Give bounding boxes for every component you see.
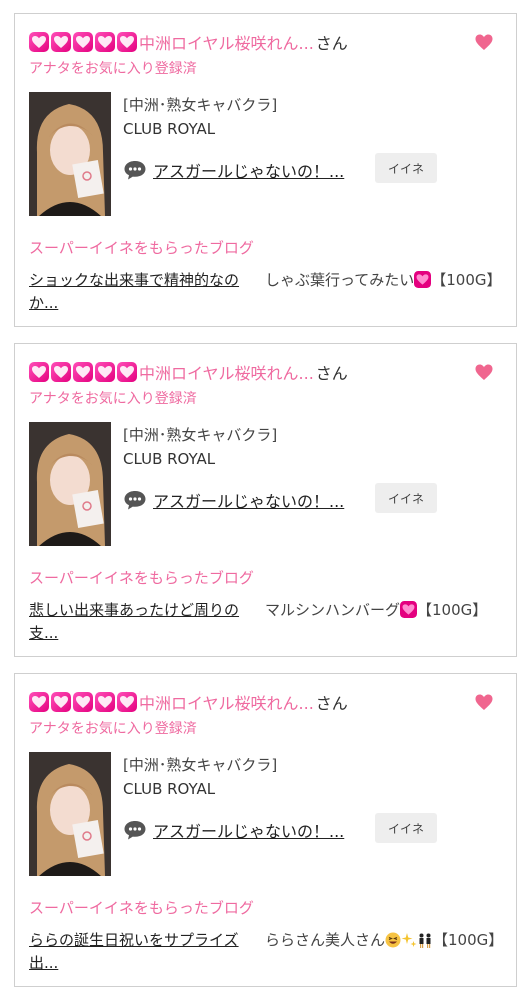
- club-name: CLUB ROYAL: [123, 120, 216, 138]
- favorite-status: アナタをお気に入り登録済: [29, 721, 197, 737]
- super-iine-blog-link[interactable]: ショックな出来事で精神的なのか...: [29, 269, 259, 315]
- favorite-status: アナタをお気に入り登録済: [29, 391, 197, 407]
- honorific: さん: [315, 364, 348, 383]
- heart-rating: [29, 362, 137, 382]
- gift-info: ららさん美人さん 【100G】: [265, 929, 505, 952]
- heart-icon: [400, 601, 418, 618]
- shop-category: [中洲･熟女キャバクラ]: [123, 96, 278, 114]
- iine-button[interactable]: イイネ: [375, 153, 437, 183]
- club-name: CLUB ROYAL: [123, 780, 216, 798]
- name-row: 中洲ロイヤル桜咲れん... さん: [29, 688, 348, 716]
- shop-category: [中洲･熟女キャバクラ]: [123, 756, 278, 774]
- heart-rating: [29, 692, 137, 712]
- blog-title-link[interactable]: アスガールじゃないの！...: [153, 818, 344, 842]
- user-card: 中洲ロイヤル桜咲れん... さん アナタをお気に入り登録済 [中洲･熟女キャバク…: [14, 673, 517, 987]
- super-iine-section-label: スーパーイイネをもらったブログ: [29, 239, 254, 257]
- heart-icon: [29, 692, 49, 712]
- gift-text: ららさん美人さん: [265, 931, 386, 949]
- super-iine-section-label: スーパーイイネをもらったブログ: [29, 899, 254, 917]
- heart-rating: [29, 32, 137, 52]
- favorite-status: アナタをお気に入り登録済: [29, 61, 197, 77]
- name-row: 中洲ロイヤル桜咲れん... さん: [29, 28, 348, 56]
- grin-emoji: [385, 932, 401, 948]
- favorite-heart-icon[interactable]: [474, 32, 494, 52]
- honorific: さん: [315, 694, 348, 713]
- club-name: CLUB ROYAL: [123, 450, 216, 468]
- iine-button[interactable]: イイネ: [375, 483, 437, 513]
- heart-icon: [51, 362, 71, 382]
- super-iine-blog-link[interactable]: ららの誕生日祝いをサプライズ出...: [29, 929, 259, 975]
- heart-icon: [51, 32, 71, 52]
- latest-blog: アスガールじゃないの！...: [123, 158, 344, 182]
- iine-button[interactable]: イイネ: [375, 813, 437, 843]
- user-card: 中洲ロイヤル桜咲れん... さん アナタをお気に入り登録済 [中洲･熟女キャバク…: [14, 13, 517, 327]
- latest-blog: アスガールじゃないの！...: [123, 488, 344, 512]
- blog-title-link[interactable]: アスガールじゃないの！...: [153, 158, 344, 182]
- heart-icon: [95, 32, 115, 52]
- heart-icon: [73, 32, 93, 52]
- heart-icon: [51, 692, 71, 712]
- heart-icon: [95, 692, 115, 712]
- super-iine-blog-link[interactable]: 悲しい出来事あったけど周りの支...: [29, 599, 259, 645]
- blog-title-link[interactable]: アスガールじゃないの！...: [153, 488, 344, 512]
- heart-icon: [29, 32, 49, 52]
- heart-icon: [117, 362, 137, 382]
- favorite-heart-icon[interactable]: [474, 362, 494, 382]
- profile-photo[interactable]: [29, 92, 111, 216]
- user-card: 中洲ロイヤル桜咲れん... さん アナタをお気に入り登録済 [中洲･熟女キャバク…: [14, 343, 517, 657]
- shop-category: [中洲･熟女キャバクラ]: [123, 426, 278, 444]
- heart-icon: [73, 692, 93, 712]
- speech-bubble-icon: [124, 161, 146, 180]
- heart-icon: [95, 362, 115, 382]
- speech-bubble-icon: [124, 821, 146, 840]
- gift-text: しゃぶ葉行ってみたい: [265, 271, 415, 289]
- latest-blog: アスガールじゃないの！...: [123, 818, 344, 842]
- sparkles-emoji: [401, 933, 417, 947]
- gift-amount: 【100G】: [433, 931, 504, 949]
- heart-icon: [117, 692, 137, 712]
- honorific: さん: [315, 34, 348, 53]
- heart-icon: [414, 271, 432, 288]
- cast-name-link[interactable]: 中洲ロイヤル桜咲れん...: [139, 690, 314, 714]
- name-row: 中洲ロイヤル桜咲れん... さん: [29, 358, 348, 386]
- gift-text: マルシンハンバーグ: [265, 601, 401, 619]
- heart-icon: [117, 32, 137, 52]
- speech-bubble-icon: [124, 491, 146, 510]
- super-iine-section-label: スーパーイイネをもらったブログ: [29, 569, 254, 587]
- heart-icon: [73, 362, 93, 382]
- cast-name-link[interactable]: 中洲ロイヤル桜咲れん...: [139, 360, 314, 384]
- dancers-emoji: [419, 933, 431, 948]
- gift-amount: 【100G】: [431, 271, 502, 289]
- heart-icon: [29, 362, 49, 382]
- profile-photo[interactable]: [29, 422, 111, 546]
- gift-amount: 【100G】: [417, 601, 488, 619]
- cast-name-link[interactable]: 中洲ロイヤル桜咲れん...: [139, 30, 314, 54]
- gift-info: しゃぶ葉行ってみたい 【100G】: [265, 269, 505, 292]
- favorite-heart-icon[interactable]: [474, 692, 494, 712]
- gift-info: マルシンハンバーグ 【100G】: [265, 599, 505, 622]
- profile-photo[interactable]: [29, 752, 111, 876]
